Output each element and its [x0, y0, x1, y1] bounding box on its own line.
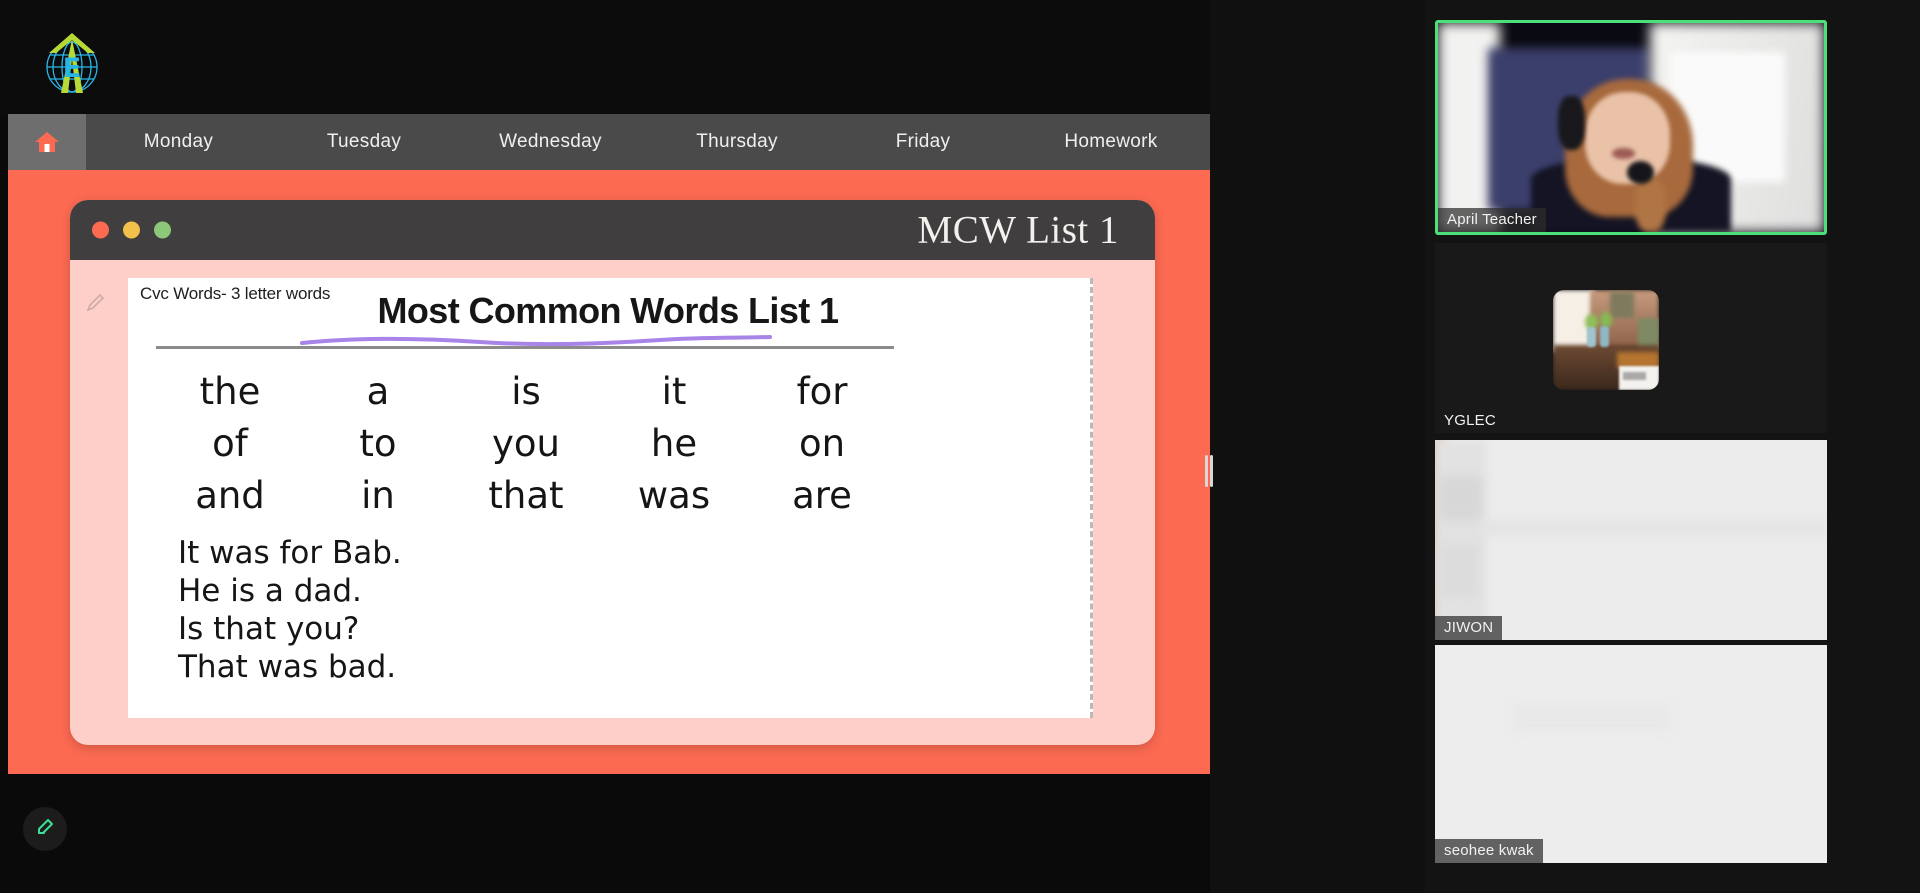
- participant-tile-seohee-kwak[interactable]: seohee kwak: [1435, 645, 1827, 863]
- sentence-list: It was for Bab. He is a dad. Is that you…: [178, 534, 402, 686]
- sentence-line: That was bad.: [178, 649, 397, 685]
- word-cell: in: [361, 474, 395, 517]
- home-icon: [34, 129, 60, 155]
- panel-resize-handle[interactable]: [1205, 455, 1214, 487]
- word-cell: that: [488, 474, 564, 517]
- participant-filmstrip: April Teacher YGLEC JIWON seohee kwak: [1425, 0, 1920, 893]
- yglec-logo-icon: E: [33, 25, 111, 97]
- nav-label: Friday: [895, 131, 951, 152]
- video-stream: [1553, 290, 1659, 390]
- video-stream: [1435, 645, 1827, 863]
- video-stream: [1438, 23, 1824, 232]
- nav-label: Thursday: [696, 131, 778, 152]
- edit-pencil-icon[interactable]: [84, 292, 106, 314]
- worksheet-title: Most Common Words List 1: [377, 290, 840, 331]
- maximize-icon[interactable]: [154, 221, 171, 239]
- word-grid: the a is it for of to you he on and in t…: [156, 366, 896, 522]
- card-title: MCW List 1: [917, 208, 1119, 252]
- word-cell: is: [511, 370, 541, 413]
- word-cell: for: [796, 370, 848, 413]
- nav-item-homework[interactable]: Homework: [1016, 114, 1206, 170]
- nav-item-monday[interactable]: Monday: [86, 114, 271, 170]
- nav-label: Tuesday: [326, 131, 402, 152]
- word-cell: on: [798, 422, 846, 465]
- word-cell: to: [359, 422, 397, 465]
- word-cell: was: [637, 474, 711, 517]
- nav-label: Wednesday: [499, 131, 602, 152]
- worksheet-divider: [156, 346, 894, 349]
- annotate-button[interactable]: [23, 807, 67, 851]
- word-cell: a: [366, 370, 390, 413]
- nav-item-thursday[interactable]: Thursday: [644, 114, 830, 170]
- svg-text:E: E: [63, 53, 81, 84]
- close-icon[interactable]: [92, 221, 109, 239]
- slide-canvas: MCW List 1 Cvc Words- 3 letter words Mos…: [8, 170, 1210, 774]
- word-cell: are: [792, 474, 852, 517]
- nav-home-button[interactable]: [8, 114, 86, 170]
- word-cell: of: [212, 422, 248, 465]
- traffic-lights: [92, 221, 171, 239]
- nav-label: Monday: [143, 131, 214, 152]
- sentence-line: It was for Bab.: [178, 535, 402, 571]
- participant-name: seohee kwak: [1435, 839, 1543, 863]
- lesson-card: MCW List 1 Cvc Words- 3 letter words Mos…: [70, 200, 1155, 745]
- worksheet-image: Cvc Words- 3 letter words Most Common Wo…: [128, 278, 1093, 718]
- logo-bar: E: [0, 0, 1210, 114]
- participant-name: April Teacher: [1438, 208, 1546, 232]
- word-cell: it: [661, 370, 687, 413]
- nav-item-tuesday[interactable]: Tuesday: [271, 114, 457, 170]
- participant-name: YGLEC: [1444, 412, 1496, 429]
- participant-tile-yglec[interactable]: YGLEC: [1435, 243, 1827, 433]
- participant-tile-jiwon[interactable]: JIWON: [1435, 440, 1827, 640]
- sentence-line: He is a dad.: [178, 573, 362, 609]
- pencil-icon: [34, 816, 56, 843]
- sentence-line: Is that you?: [178, 611, 360, 647]
- word-cell: the: [199, 370, 261, 413]
- shared-content-stage: E Monday Tuesday Wednesday Thursday Frid…: [0, 0, 1210, 893]
- nav-item-friday[interactable]: Friday: [830, 114, 1016, 170]
- word-cell: he: [650, 422, 698, 465]
- nav-label: Homework: [1064, 131, 1158, 152]
- word-cell: and: [195, 474, 265, 517]
- minimize-icon[interactable]: [123, 221, 140, 239]
- card-titlebar: MCW List 1: [70, 200, 1155, 260]
- video-stream: [1435, 440, 1827, 640]
- nav-item-wednesday[interactable]: Wednesday: [457, 114, 644, 170]
- meeting-screen: E Monday Tuesday Wednesday Thursday Frid…: [0, 0, 1920, 893]
- participant-tile-april-teacher[interactable]: April Teacher: [1435, 20, 1827, 235]
- week-navigation-bar: Monday Tuesday Wednesday Thursday Friday…: [8, 114, 1210, 170]
- word-cell: you: [492, 422, 560, 465]
- participant-name: JIWON: [1435, 616, 1503, 640]
